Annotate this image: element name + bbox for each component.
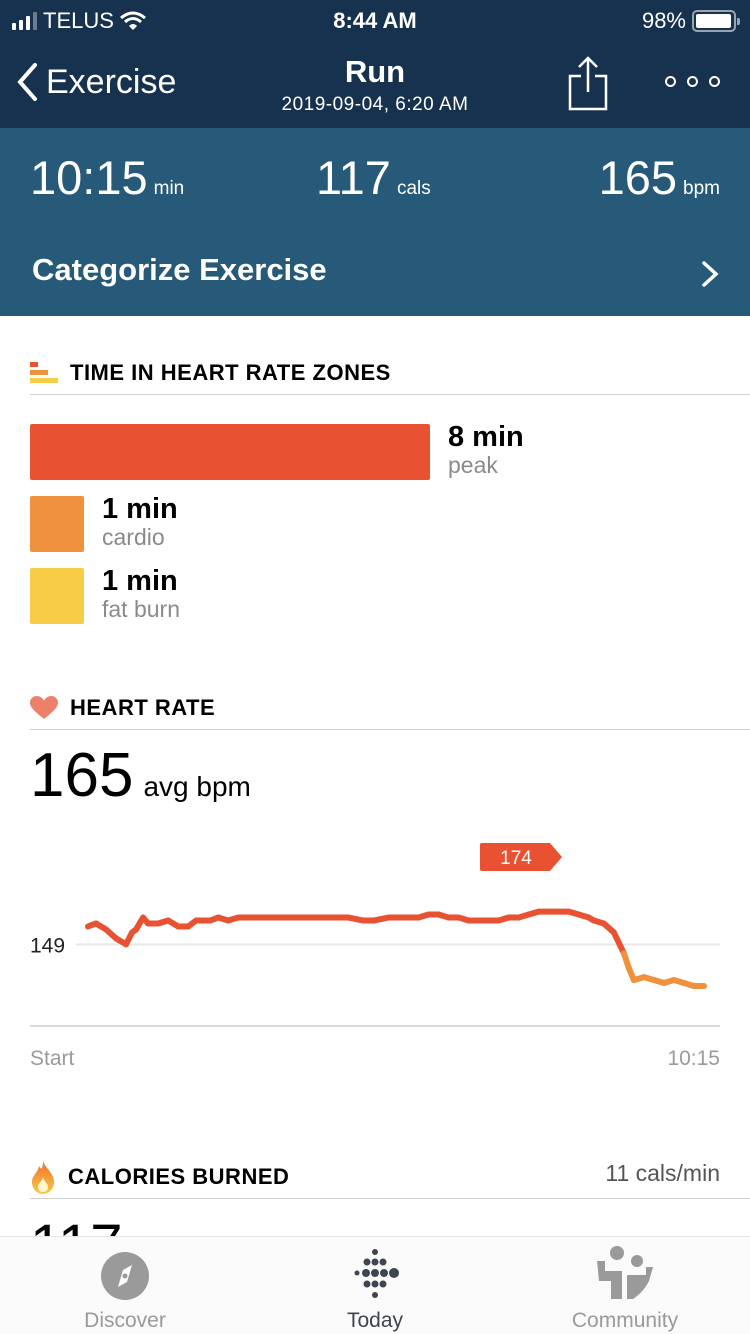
- page-subtitle: 2019-09-04, 6:20 AM: [281, 94, 469, 115]
- compass-icon: [101, 1252, 149, 1300]
- zones-header: TIME IN HEART RATE ZONES: [30, 360, 391, 386]
- tab-community[interactable]: Community: [500, 1237, 750, 1334]
- reference-label: 149: [30, 934, 65, 957]
- divider: [30, 729, 750, 730]
- zone-row-peak: 8 min peak: [30, 422, 524, 480]
- zone-bar-peak: [30, 424, 430, 480]
- community-icon: [597, 1246, 653, 1299]
- divider: [30, 394, 750, 395]
- avg-heart-rate: 165 avg bpm: [30, 741, 251, 810]
- heart-rate-segment: [610, 929, 627, 957]
- heart-rate-stat: 165 bpm: [598, 151, 720, 204]
- exercise-summary: 10:15 min 117 cals 165 bpm Categorize Ex…: [0, 128, 750, 316]
- categorize-label: Categorize Exercise: [32, 252, 327, 287]
- zones-icon: [30, 362, 58, 383]
- peak-annotation-label: 174: [500, 848, 532, 869]
- zone-row-cardio: 1 min cardio: [30, 494, 178, 552]
- tab-discover[interactable]: Discover: [0, 1237, 250, 1334]
- heart-rate-chart: 149 174: [30, 843, 720, 1027]
- zone-bar-cardio: [30, 496, 84, 552]
- more-options-button[interactable]: [665, 76, 720, 87]
- zone-row-fat-burn: 1 min fat burn: [30, 566, 180, 624]
- duration-stat: 10:15 min: [30, 151, 185, 204]
- fitbit-logo-icon: [354, 1249, 399, 1298]
- heart-rate-header: HEART RATE: [30, 695, 215, 721]
- calories-rate: 11 cals/min: [605, 1160, 720, 1186]
- tab-today[interactable]: Today: [250, 1237, 500, 1334]
- status-time: 8:44 AM: [333, 8, 417, 33]
- battery-percent: 98%: [641, 8, 686, 33]
- flame-icon: [32, 1160, 54, 1194]
- heart-icon: [30, 696, 58, 719]
- divider: [30, 1198, 750, 1199]
- nav-bar: Exercise Run 2019-09-04, 6:20 AM: [0, 40, 750, 128]
- zone-bar-fat-burn: [30, 568, 84, 624]
- x-axis-start-label: Start: [30, 1047, 75, 1070]
- share-icon[interactable]: [566, 54, 610, 112]
- peak-annotation: 174: [480, 843, 562, 871]
- calories-stat: 117 cals: [316, 151, 431, 204]
- heart-rate-series: [85, 908, 707, 989]
- page-title: Run: [344, 54, 406, 89]
- calories-header: CALORIES BURNED: [30, 1160, 289, 1194]
- tab-bar: Discover Today Community: [0, 1236, 750, 1334]
- x-axis-end-label: 10:15: [667, 1047, 720, 1070]
- battery-icon: [692, 10, 740, 32]
- status-bar: TELUS 8:44 AM 98%: [0, 0, 750, 40]
- chevron-right-icon: [702, 261, 719, 287]
